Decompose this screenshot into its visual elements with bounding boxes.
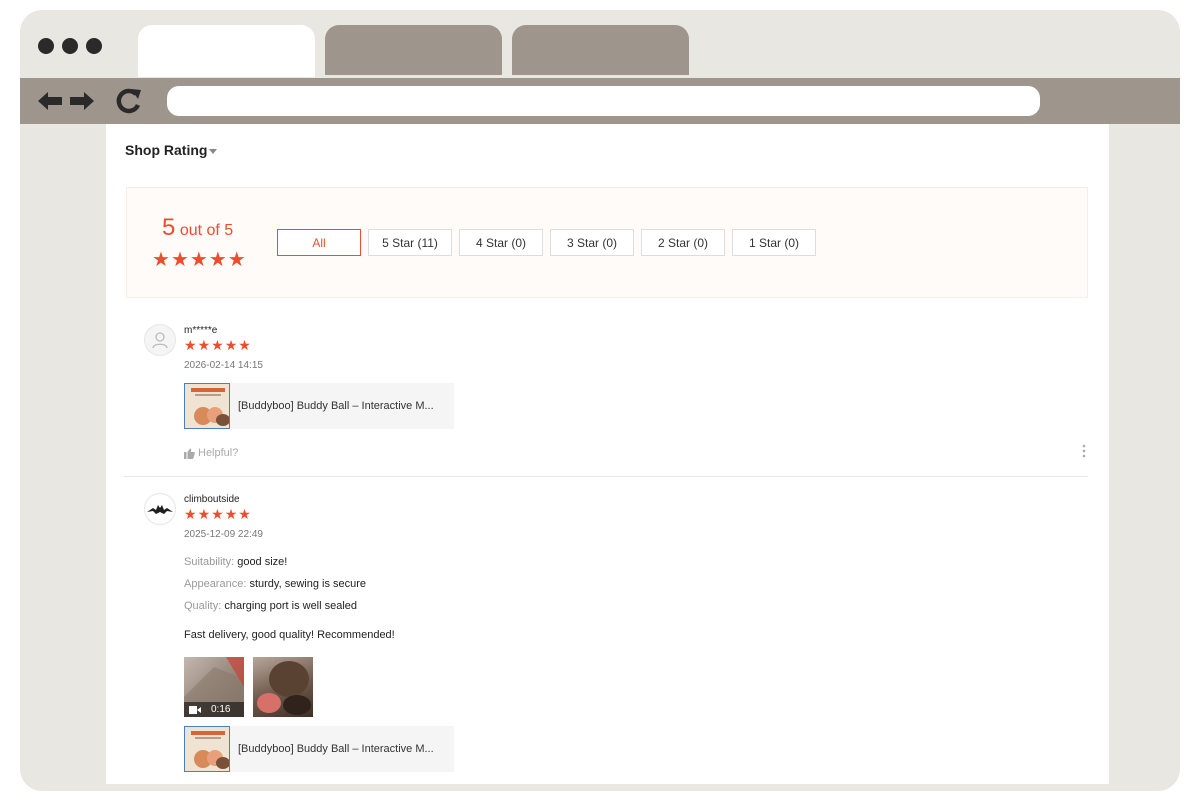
review-attribute-suitability: Suitability: good size! <box>184 556 287 568</box>
star-icon: ★ <box>211 338 224 354</box>
star-icon: ★ <box>224 338 238 354</box>
review-divider <box>124 476 1088 477</box>
star-icon: ★ <box>189 247 208 271</box>
star-icon: ★ <box>170 247 189 271</box>
product-thumbnail <box>184 383 230 429</box>
helpful-label: Helpful? <box>198 447 239 459</box>
product-thumbnail <box>184 726 230 772</box>
review-stars: ★ ★ ★ ★ ★ <box>184 338 251 354</box>
attribute-label: Quality: <box>184 600 222 612</box>
product-card[interactable]: [Buddyboo] Buddy Ball – Interactive M... <box>184 383 454 429</box>
review-item: climboutside ★ ★ ★ ★ ★ 2025-12-09 22:49 … <box>124 493 1088 784</box>
product-name: [Buddyboo] Buddy Ball – Interactive M... <box>238 400 434 412</box>
filter-2-star[interactable]: 2 Star (0) <box>641 229 725 256</box>
address-bar[interactable] <box>167 86 1040 116</box>
filter-5-star[interactable]: 5 Star (11) <box>368 229 452 256</box>
window-controls <box>38 38 102 54</box>
star-icon: ★ <box>184 507 197 523</box>
window-minimize-dot[interactable] <box>62 38 78 54</box>
review-stars: ★ ★ ★ ★ ★ <box>184 507 251 523</box>
attribute-value: sturdy, sewing is secure <box>249 578 367 590</box>
window-close-dot[interactable] <box>38 38 54 54</box>
review-item: m*****e ★ ★ ★ ★ ★ 2026-02-14 14:15 [Budd… <box>124 324 1088 479</box>
review-video[interactable]: 0:16 <box>184 657 244 717</box>
browser-toolbar <box>20 78 1180 124</box>
reload-icon[interactable] <box>114 84 144 126</box>
video-camera-icon <box>189 705 201 714</box>
star-icon: ★ <box>224 507 238 523</box>
attribute-label: Appearance: <box>184 578 247 590</box>
window-zoom-dot[interactable] <box>86 38 102 54</box>
star-icon: ★ <box>227 247 246 271</box>
avatar[interactable] <box>144 493 176 525</box>
attribute-value: charging port is well sealed <box>224 600 358 612</box>
filter-1-star[interactable]: 1 Star (0) <box>732 229 816 256</box>
bat-logo-icon <box>147 505 173 514</box>
review-comment: Fast delivery, good quality! Recommended… <box>184 629 395 641</box>
review-date: 2025-12-09 22:49 <box>184 529 263 540</box>
shop-rating-dropdown[interactable]: Shop Rating <box>125 142 218 158</box>
star-icon: ★ <box>238 338 251 354</box>
avatar[interactable] <box>144 324 176 356</box>
more-vertical-icon[interactable] <box>1082 444 1086 460</box>
rating-filters: All 5 Star (11) 4 Star (0) 3 Star (0) 2 … <box>277 229 816 256</box>
browser-window: Shop Rating 5 out of 5 ★ ★ ★ ★ ★ All 5 S… <box>20 10 1180 791</box>
shop-rating-title: Shop Rating <box>125 142 208 158</box>
star-icon: ★ <box>208 247 227 271</box>
product-card[interactable]: [Buddyboo] Buddy Ball – Interactive M... <box>184 726 454 772</box>
back-arrow-icon[interactable] <box>36 84 64 127</box>
rating-summary: 5 out of 5 ★ ★ ★ ★ ★ All 5 Star (11) 4 S… <box>126 187 1088 298</box>
star-icon: ★ <box>211 507 224 523</box>
browser-tab-active[interactable] <box>138 25 315 77</box>
attribute-label: Suitability: <box>184 556 235 568</box>
user-icon <box>152 332 168 349</box>
video-duration: 0:16 <box>211 704 231 715</box>
review-attribute-quality: Quality: charging port is well sealed <box>184 600 357 612</box>
star-icon: ★ <box>197 507 211 523</box>
star-icon: ★ <box>238 507 251 523</box>
review-attribute-appearance: Appearance: sturdy, sewing is secure <box>184 578 366 590</box>
page-content: Shop Rating 5 out of 5 ★ ★ ★ ★ ★ All 5 S… <box>106 124 1109 784</box>
review-username[interactable]: climboutside <box>184 494 240 505</box>
product-name: [Buddyboo] Buddy Ball – Interactive M... <box>238 743 434 755</box>
filter-all[interactable]: All <box>277 229 361 256</box>
video-overlay: 0:16 <box>184 702 244 717</box>
review-date: 2026-02-14 14:15 <box>184 360 263 371</box>
filter-3-star[interactable]: 3 Star (0) <box>550 229 634 256</box>
attribute-value: good size! <box>237 556 288 568</box>
overall-stars: ★ ★ ★ ★ ★ <box>152 248 246 270</box>
browser-tab-2[interactable] <box>325 25 502 75</box>
forward-arrow-icon[interactable] <box>68 84 96 127</box>
caret-down-icon <box>209 148 218 154</box>
star-icon: ★ <box>152 247 170 271</box>
star-icon: ★ <box>197 338 211 354</box>
browser-tab-3[interactable] <box>512 25 689 75</box>
star-icon: ★ <box>184 338 197 354</box>
score-suffix: out of 5 <box>179 222 234 239</box>
overall-score: 5 out of 5 <box>162 214 233 242</box>
score-value: 5 <box>162 214 176 241</box>
helpful-button[interactable]: Helpful? <box>184 447 238 459</box>
filter-4-star[interactable]: 4 Star (0) <box>459 229 543 256</box>
review-username[interactable]: m*****e <box>184 325 217 336</box>
review-photo[interactable] <box>253 657 313 717</box>
thumbs-up-icon <box>184 448 195 459</box>
